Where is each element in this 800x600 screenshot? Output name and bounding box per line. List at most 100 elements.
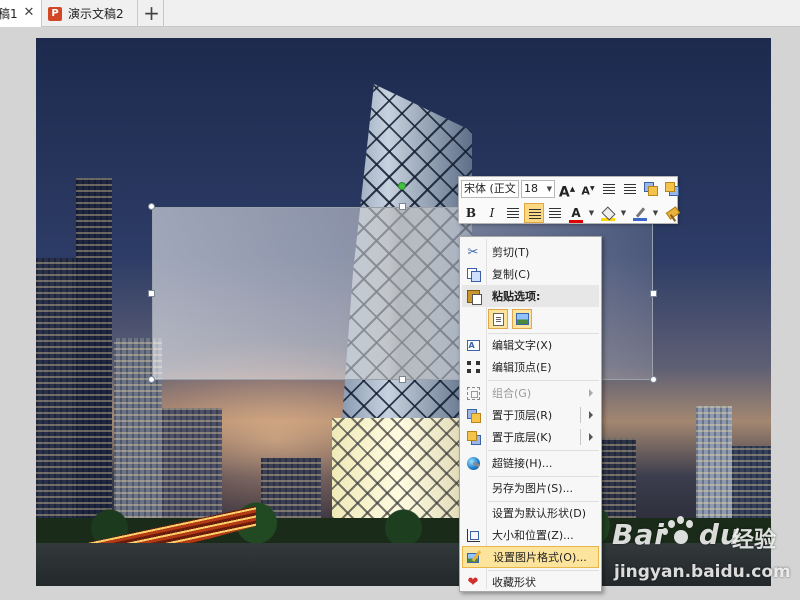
resize-handle-top-left[interactable]: [148, 203, 155, 210]
menu-item-copy[interactable]: 复制(C): [462, 263, 599, 285]
new-tab-button[interactable]: +: [140, 0, 164, 27]
align-center-icon: [529, 209, 541, 219]
submenu-arrow-icon[interactable]: [589, 411, 593, 419]
paste-options-header: 粘贴选项:: [462, 285, 599, 307]
document-icon: [492, 312, 504, 326]
menu-item-label: 编辑文字(X): [492, 339, 553, 352]
italic-button[interactable]: I: [482, 203, 502, 223]
globe-link-icon: [466, 456, 480, 470]
menu-item-label: 剪切(T): [492, 246, 530, 259]
powerpoint-icon: P: [48, 6, 62, 21]
chevron-down-icon: ▼: [546, 185, 552, 193]
menu-item-label: 组合(G): [492, 387, 532, 400]
document-tab-bar: 稿1 ✕ P 演示文稿2 +: [0, 0, 800, 27]
size-position-icon: [466, 528, 480, 542]
mini-toolbar: 宋体 (正文▼ 18▼ A▲ A▼ B I A ▼ ▼ ▼: [458, 176, 679, 224]
picture-icon: [515, 313, 529, 325]
font-color-button[interactable]: A: [569, 206, 583, 223]
menu-item-format-picture[interactable]: 设置图片格式(O)...: [462, 546, 599, 568]
resize-handle-bottom-left[interactable]: [148, 376, 155, 383]
group-icon: [466, 386, 480, 400]
menu-item-label: 收藏形状: [492, 576, 536, 589]
align-right-button[interactable]: [545, 203, 565, 223]
font-color-dropdown[interactable]: ▼: [586, 203, 597, 223]
line-color-button[interactable]: [633, 207, 647, 221]
font-name-value: 宋体 (正文: [464, 182, 516, 195]
paste-as-picture-button[interactable]: [512, 309, 532, 329]
menu-separator: [488, 450, 599, 451]
fill-color-dropdown[interactable]: ▼: [618, 203, 629, 223]
menu-item-label: 另存为图片(S)...: [492, 482, 574, 495]
font-name-combo[interactable]: 宋体 (正文▼: [461, 180, 519, 198]
menu-item-size-position[interactable]: 大小和位置(Z)...: [462, 524, 599, 546]
paste-keep-text-button[interactable]: [488, 309, 508, 329]
shrink-font-icon: A: [581, 184, 590, 198]
tab-label: 稿1: [0, 7, 18, 21]
bring-forward-button[interactable]: [641, 179, 661, 199]
menu-item-label: 编辑顶点(E): [492, 361, 552, 374]
menu-item-send-to-back[interactable]: 置于底层(K): [462, 426, 599, 448]
line-color-dropdown[interactable]: ▼: [650, 203, 661, 223]
decrease-indent-button[interactable]: [599, 179, 619, 199]
brand-text: Bai: [612, 518, 665, 551]
menu-item-label: 设置为默认形状(D): [492, 507, 587, 520]
menu-item-edit-text[interactable]: A 编辑文字(X): [462, 334, 599, 356]
tab-label: 演示文稿2: [68, 7, 124, 21]
paste-options-label: 粘贴选项:: [492, 290, 541, 303]
tab-document-1[interactable]: 稿1 ✕: [0, 0, 42, 27]
align-center-button[interactable]: [524, 203, 544, 223]
bold-button[interactable]: B: [461, 203, 481, 223]
submenu-arrow-icon[interactable]: [589, 433, 593, 441]
menu-item-favorite-shape[interactable]: ❤ 收藏形状: [462, 571, 599, 593]
paw-icon: [662, 514, 698, 550]
shape-gradient-fade: [340, 207, 460, 380]
resize-handle-right[interactable]: [650, 290, 657, 297]
context-menu: ✂ 剪切(T) 复制(C) 粘贴选项: A 编辑文字(X) 编辑顶点(E) 组合…: [459, 236, 602, 592]
menu-item-group[interactable]: 组合(G): [462, 382, 599, 404]
font-size-combo[interactable]: 18 ▼: [521, 180, 555, 198]
menu-item-hyperlink[interactable]: 超链接(H)...: [462, 452, 599, 474]
align-left-icon: [507, 208, 519, 218]
bring-forward-icon: [644, 182, 658, 196]
align-right-icon: [549, 208, 561, 218]
send-backward-button[interactable]: [662, 179, 682, 199]
chevron-down-icon: ▼: [518, 181, 519, 197]
watermark-url: jingyan.baidu.com: [614, 562, 791, 582]
menu-item-edit-points[interactable]: 编辑顶点(E): [462, 356, 599, 378]
decrease-indent-icon: [603, 184, 615, 194]
menu-item-label: 置于顶层(R): [492, 409, 553, 422]
tab-document-2[interactable]: P 演示文稿2: [42, 0, 138, 27]
resize-handle-left[interactable]: [148, 290, 155, 297]
scissors-icon: ✂: [467, 244, 479, 260]
menu-item-label: 大小和位置(Z)...: [492, 529, 574, 542]
fill-color-button[interactable]: [601, 207, 615, 221]
send-backward-icon: [665, 182, 679, 196]
menu-item-label: 复制(C): [492, 268, 531, 281]
edit-points-icon: [466, 361, 480, 373]
align-left-button[interactable]: [503, 203, 523, 223]
rotation-handle[interactable]: [398, 182, 406, 190]
resize-handle-bottom-right[interactable]: [650, 376, 657, 383]
menu-item-set-default-shape[interactable]: 设置为默认形状(D): [462, 502, 599, 524]
menu-item-label: 设置图片格式(O)...: [493, 551, 587, 564]
format-painter-icon[interactable]: [665, 208, 679, 222]
shrink-font-button[interactable]: A▼: [578, 179, 598, 199]
resize-handle-top[interactable]: [399, 203, 406, 210]
format-picture-icon: [467, 550, 481, 564]
heart-icon: ❤: [467, 574, 479, 590]
increase-indent-button[interactable]: [620, 179, 640, 199]
menu-item-label: 置于底层(K): [492, 431, 552, 444]
split-divider: [580, 429, 581, 445]
tab-close-icon[interactable]: ✕: [23, 6, 35, 19]
grow-font-button[interactable]: A▲: [557, 179, 577, 201]
submenu-arrow-icon: [589, 389, 593, 397]
copy-icon: [467, 268, 481, 282]
menu-item-label: 超链接(H)...: [492, 457, 553, 470]
mini-toolbar-row-1: 宋体 (正文▼ 18▼ A▲ A▼: [461, 178, 683, 201]
resize-handle-bottom[interactable]: [399, 376, 406, 383]
menu-item-cut[interactable]: ✂ 剪切(T): [462, 241, 599, 263]
menu-item-bring-to-front[interactable]: 置于顶层(R): [462, 404, 599, 426]
baidu-jingyan-watermark: Bai du 经验 jingyan.baidu.com: [596, 512, 796, 592]
menu-separator: [488, 380, 599, 381]
menu-item-save-as-picture[interactable]: 另存为图片(S)...: [462, 477, 599, 499]
